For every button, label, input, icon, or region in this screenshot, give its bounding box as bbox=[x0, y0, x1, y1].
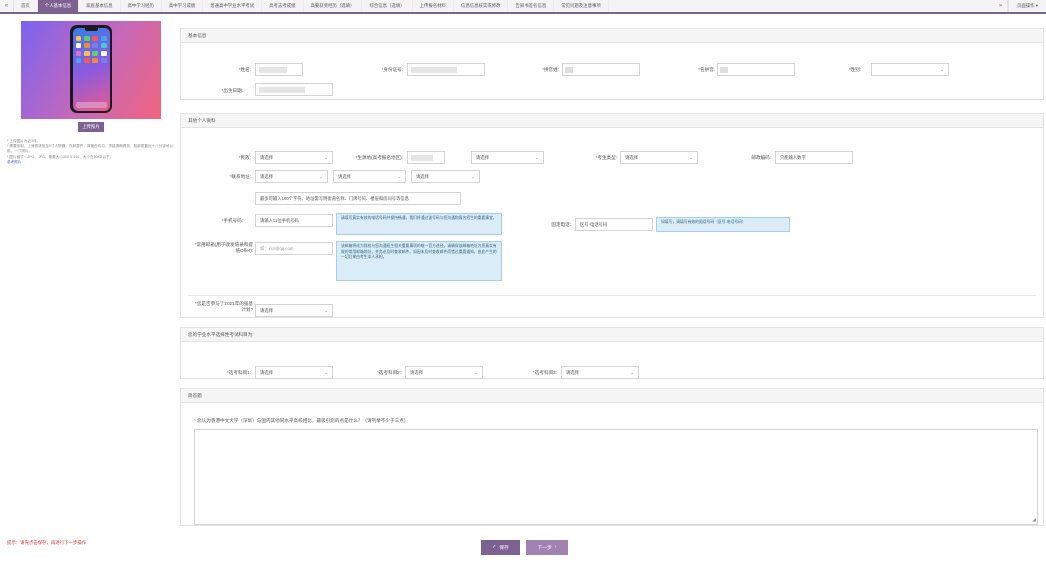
other-info-panel: 其他个人资料 *民族: 请选择 ⌄ *生源地(高考报名地区): 请选择 ⌄ *考生类… bbox=[180, 113, 1044, 318]
panel-title: 您的学业水平选择性考试科目为: bbox=[181, 328, 1043, 342]
short-answer-panel: 简答题 * 您认为香港中文大学（深圳）与国内其他同水平高校相比，最吸引您的点是什… bbox=[180, 388, 1044, 526]
basic-info-panel: 基本信息 *姓名: *身份证号: *拼音姓: *名拼音: *性别: ⌄ *出生日… bbox=[180, 28, 1044, 100]
save-button[interactable]: ✓ 保存 bbox=[481, 540, 520, 555]
surname-pinyin-label: *拼音姓: bbox=[542, 67, 559, 72]
email-label: *常用邮箱(用于收发值录和提纸Offer): bbox=[194, 242, 253, 253]
subject2-select[interactable]: 请选择 ⌄ bbox=[405, 366, 483, 379]
birth-date-field[interactable] bbox=[255, 83, 333, 96]
birth-date-label: *出生日期: bbox=[221, 88, 243, 93]
tab-family-info[interactable]: 家庭基本信息 bbox=[79, 0, 121, 12]
reference-photo-link[interactable]: 参考照片 bbox=[7, 160, 177, 165]
subject2-label: *选考科目2: bbox=[376, 370, 401, 375]
province-select[interactable]: 请选择 ⌄ bbox=[255, 170, 328, 183]
id-number-label: *身份证号: bbox=[381, 67, 403, 72]
tab-scroll-right-icon[interactable]: » bbox=[994, 0, 1008, 12]
photo-requirements: * 上传图片为近3月。 * 需要形制，上身照请放至5寸人物器，衣服整齐，背景色均… bbox=[7, 139, 177, 165]
chevron-down-icon: ⌄ bbox=[689, 155, 693, 160]
page-ops-menu[interactable]: 页面操作 ▾ bbox=[1007, 0, 1046, 12]
phone-info-box: 请填写真实有效的电话号码并保持畅通，我们将通过该号码与您沟通和报名招生的重要事宜… bbox=[336, 213, 502, 235]
tab-awards[interactable]: 高要获奖经历（选填） bbox=[304, 0, 363, 12]
check-icon: ✓ bbox=[492, 545, 497, 550]
candidate-type-label: *考生类型: bbox=[595, 155, 617, 160]
landline-info-box: 如填写，请填写有效的固话号码（区号-电话号码） bbox=[656, 217, 790, 232]
phone-label: *手机号码: bbox=[221, 218, 243, 223]
district-select[interactable]: 请选择 ⌄ bbox=[411, 170, 480, 183]
panel-title: 简答题 bbox=[181, 389, 1043, 403]
address-label: *联系地址: bbox=[229, 174, 251, 179]
phone-image bbox=[70, 25, 112, 113]
address-detail-field[interactable]: 最多可输入100个字符。地址需写明街道名称、门牌号码、楼层和房间号等信息 bbox=[255, 192, 461, 205]
name-label: *姓名: bbox=[238, 67, 251, 72]
postcode-label: 邮政编码: bbox=[751, 155, 771, 160]
chevron-down-icon: ⌄ bbox=[397, 174, 401, 179]
photo-note: * 需要形制，上身照请放至5寸人物器，衣服整齐，背景色均匀，须能清晰看到，脸部更… bbox=[7, 144, 174, 154]
upload-photo-button[interactable]: 上传照片 bbox=[78, 122, 104, 132]
tab-verify-info[interactable]: 信息信息核实或修改 bbox=[454, 0, 509, 12]
email-info-box: 该邮箱将成为我校与您沟通招生相关重要事项的唯一官方途径，请确保该邮箱地址为您真实… bbox=[336, 241, 502, 281]
next-step-button[interactable]: 下一步 › bbox=[526, 540, 568, 555]
tab-faq[interactable]: 常见问题及注意事项 bbox=[554, 0, 609, 12]
chevron-down-icon: ⌄ bbox=[324, 370, 328, 375]
name-field[interactable] bbox=[255, 63, 303, 76]
exam-place-label: *生源地(高考报名地区): bbox=[355, 155, 403, 160]
ethnicity-select[interactable]: 请选择 ⌄ bbox=[255, 151, 333, 164]
chevron-down-icon: ⌄ bbox=[324, 155, 328, 160]
subject3-select[interactable]: 请选择 ⌄ bbox=[561, 366, 639, 379]
exam-place-select[interactable]: 请选择 ⌄ bbox=[471, 151, 544, 164]
answer-textarea[interactable]: ◢ bbox=[194, 429, 1038, 525]
tab-high-school-history[interactable]: 高中学习经历 bbox=[121, 0, 162, 12]
divider bbox=[188, 295, 1036, 296]
tab-bar: « 首页 个人基本信息 家庭基本信息 高中学习经历 高中学习成绩 普通高中学业水… bbox=[0, 0, 1046, 14]
chevron-down-icon: ⌄ bbox=[630, 370, 634, 375]
landline-field[interactable]: 区号-电话号码 bbox=[575, 218, 653, 231]
subject3-label: *选考科目3: bbox=[532, 370, 557, 375]
chevron-down-icon: ⌄ bbox=[324, 308, 328, 313]
tab-proficiency-exam[interactable]: 普通高中学业水平考试 bbox=[203, 0, 263, 12]
chevron-down-icon: ⌄ bbox=[535, 155, 539, 160]
tab-comprehensive-info[interactable]: 综合信息（选填） bbox=[362, 0, 413, 12]
subject1-select[interactable]: 请选择 ⌄ bbox=[255, 366, 333, 379]
email-field[interactable]: 如：xxx@qq.com bbox=[255, 242, 333, 255]
chevron-down-icon: ⌄ bbox=[471, 174, 475, 179]
panel-title: 其他个人资料 bbox=[181, 114, 1043, 128]
phone-field[interactable]: 请输入11位手机号码 bbox=[255, 214, 333, 227]
tab-home[interactable]: 首页 bbox=[14, 0, 38, 12]
page-ops-label[interactable]: 页面操作 bbox=[1017, 3, 1035, 9]
candidate-type-select[interactable]: 请选择 ⌄ bbox=[620, 151, 698, 164]
given-name-pinyin-field[interactable] bbox=[717, 63, 795, 76]
gender-label: *性别: bbox=[848, 67, 861, 72]
tab-signature[interactable]: 告知书签名信息 bbox=[508, 0, 555, 12]
tab-high-school-grades[interactable]: 高中学习成绩 bbox=[162, 0, 204, 12]
resize-handle-icon[interactable]: ◢ bbox=[1032, 518, 1036, 523]
strong-base-plan-label: *您是否参与了2021年的强基计划? bbox=[195, 301, 253, 312]
subject1-label: *选考科目1: bbox=[226, 370, 251, 375]
exam-province-field[interactable] bbox=[407, 151, 445, 164]
chevron-down-icon: ⌄ bbox=[319, 174, 323, 179]
applicant-photo bbox=[21, 21, 161, 119]
save-tip: 提示：请先点击保存，再进行下一步操作 bbox=[7, 540, 87, 545]
subjects-panel: 您的学业水平选择性考试科目为: *选考科目1: 请选择 ⌄ *选考科目2: 请选择… bbox=[180, 327, 1044, 379]
chevron-down-icon: ⌄ bbox=[474, 370, 478, 375]
chevron-down-icon: ⌄ bbox=[940, 67, 944, 72]
panel-title: 基本信息 bbox=[181, 29, 1043, 43]
tab-personal-info[interactable]: 个人基本信息 bbox=[37, 0, 80, 12]
city-select[interactable]: 请选择 ⌄ bbox=[333, 170, 406, 183]
ethnicity-label: *民族: bbox=[238, 155, 251, 160]
given-name-pinyin-label: *名拼音: bbox=[698, 67, 715, 72]
question-label: * 您认为香港中文大学（深圳）与国内其他同水平高校相比，最吸引您的点是什么？（请… bbox=[194, 418, 409, 423]
tab-scroll-left-icon[interactable]: « bbox=[0, 0, 14, 12]
surname-pinyin-field[interactable] bbox=[562, 63, 640, 76]
postcode-field[interactable]: 只能输入数字 bbox=[775, 151, 853, 164]
tab-gaokao-scores[interactable]: 高考志考成绩 bbox=[262, 0, 304, 12]
strong-base-plan-select[interactable]: 请选择 ⌄ bbox=[255, 304, 333, 317]
landline-label: 固定电话: bbox=[551, 222, 571, 227]
chevron-right-icon: › bbox=[554, 545, 557, 550]
gender-select[interactable]: ⌄ bbox=[871, 63, 949, 76]
id-number-field[interactable] bbox=[407, 63, 485, 76]
tab-upload-materials[interactable]: 上传报名材料 bbox=[413, 0, 454, 12]
